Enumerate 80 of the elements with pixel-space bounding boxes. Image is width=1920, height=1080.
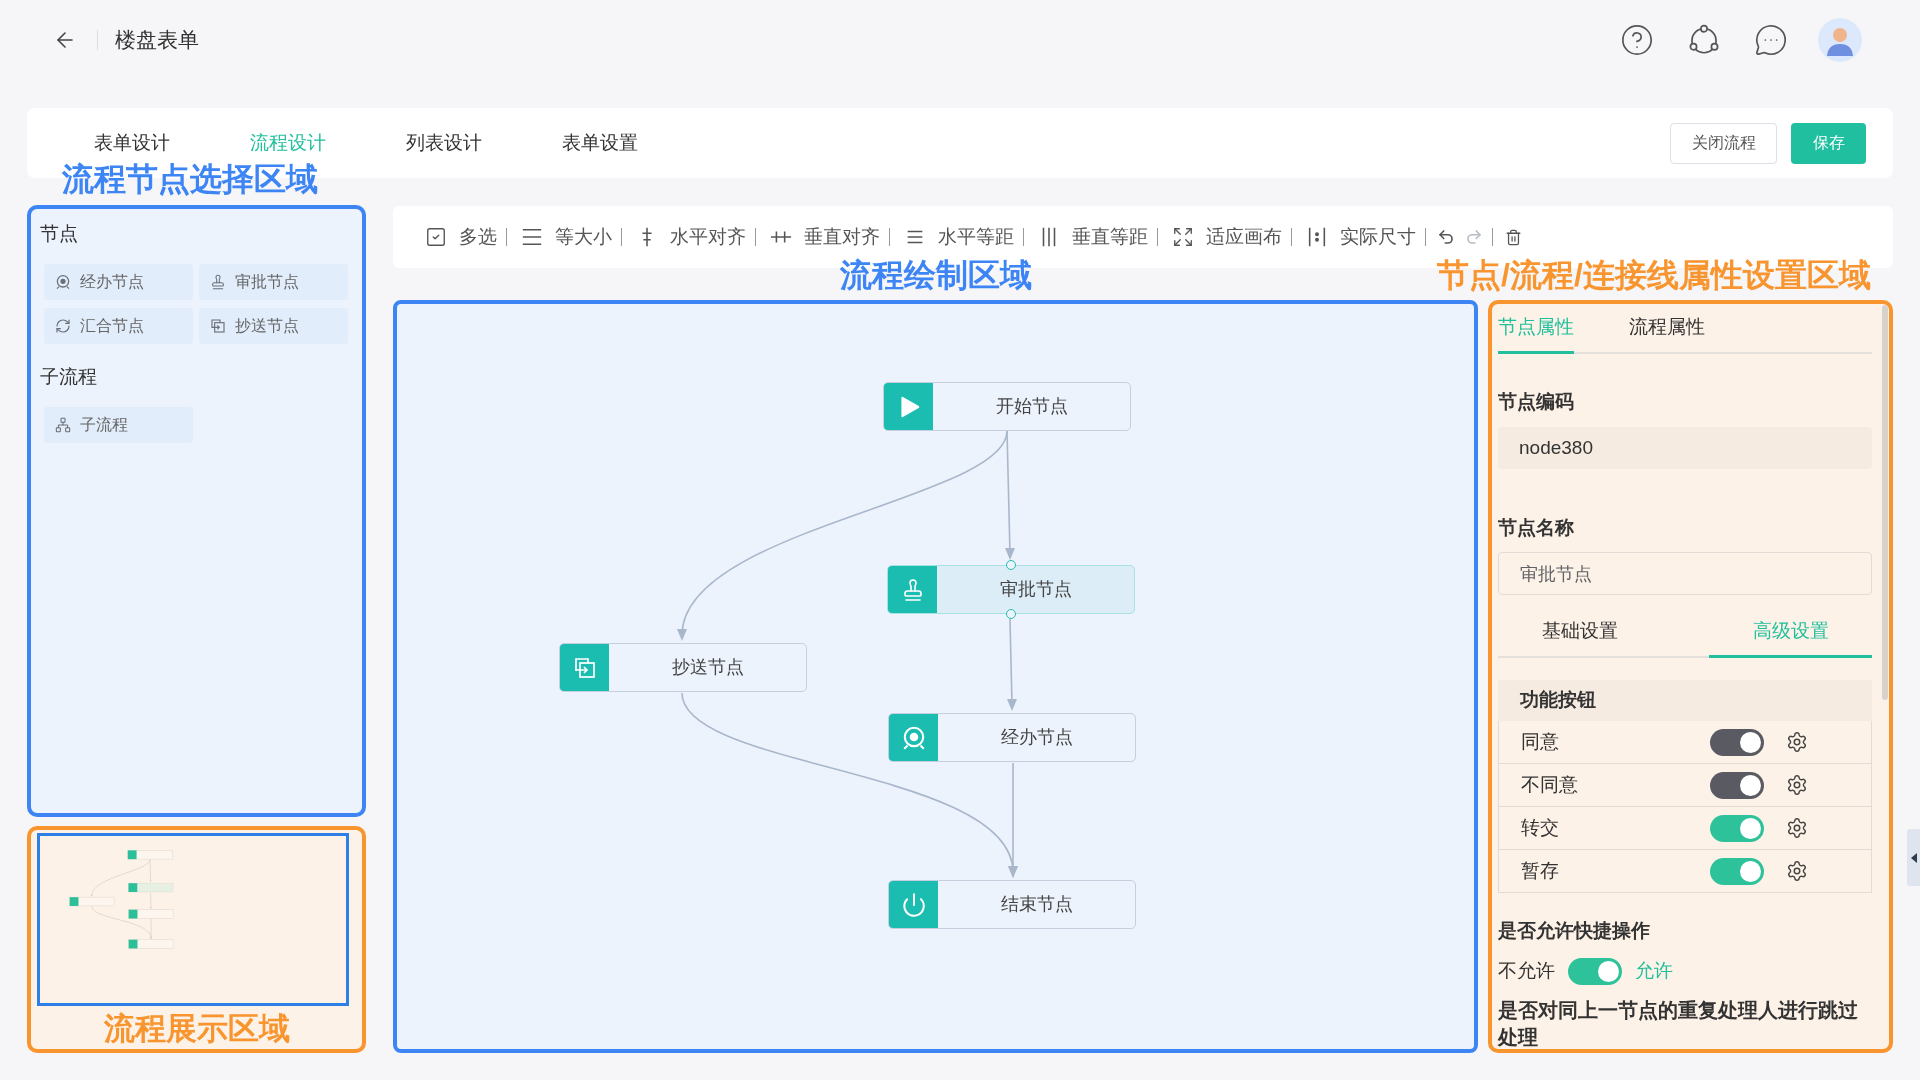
play-icon <box>884 383 933 430</box>
palette-item[interactable]: 子流程 <box>44 407 193 443</box>
field-label: 是否允许快捷操作 <box>1498 919 1650 943</box>
row-label: 暂存 <box>1521 858 1560 883</box>
node-label: 审批节点 <box>999 578 1072 601</box>
connection-port[interactable] <box>1006 560 1016 570</box>
toolbar-button[interactable]: 适应画布 <box>1172 222 1282 252</box>
toolbar-button[interactable]: 垂直对齐 <box>770 222 880 252</box>
annotation-label: 流程展示区域 <box>103 1011 290 1047</box>
text-field[interactable]: 审批节点 <box>1498 552 1872 595</box>
settings-icon[interactable] <box>1786 774 1808 796</box>
tab[interactable]: 列表设计 <box>366 118 522 168</box>
toggle-switch[interactable] <box>1568 957 1622 985</box>
flow-node[interactable]: 抄送节点 <box>559 643 807 692</box>
checkbox-icon <box>425 226 447 248</box>
minimap-viewport[interactable] <box>37 833 349 1006</box>
hierarchy-icon <box>55 417 71 433</box>
target-icon <box>889 714 938 761</box>
stamp-icon <box>210 274 226 290</box>
stamp-icon <box>888 566 937 613</box>
toolbar-button[interactable]: 实际尺寸 <box>1306 222 1416 252</box>
node-label: 经办节点 <box>1000 726 1073 749</box>
close-flow-button[interactable]: 关闭流程 <box>1670 122 1777 164</box>
target-icon <box>55 274 71 290</box>
power-icon <box>889 881 938 928</box>
undo-icon[interactable] <box>1437 228 1455 246</box>
tab[interactable]: 表单设置 <box>522 118 678 168</box>
node-label: 开始节点 <box>995 395 1068 418</box>
option-label: 允许 <box>1635 958 1673 983</box>
caret-left-icon <box>1910 852 1917 863</box>
row-label: 不同意 <box>1521 772 1579 797</box>
chat-icon[interactable] <box>1754 23 1788 57</box>
palette-item[interactable]: 抄送节点 <box>199 308 348 344</box>
help-icon[interactable] <box>1620 23 1654 57</box>
field-label: 节点编码 <box>1498 390 1574 414</box>
palette-item[interactable]: 经办节点 <box>44 264 193 300</box>
equal-lines-icon <box>521 226 543 248</box>
delete-icon[interactable] <box>1505 228 1522 246</box>
sync-icon <box>55 318 71 334</box>
palette-item[interactable]: 汇合节点 <box>44 308 193 344</box>
toolbar-button[interactable]: 多选 <box>425 222 497 252</box>
section-title: 节点 <box>40 222 78 246</box>
settings-icon[interactable] <box>1786 731 1808 753</box>
flow-node[interactable]: 经办节点 <box>888 713 1136 762</box>
connection-port[interactable] <box>1006 609 1016 619</box>
palette-item[interactable]: 审批节点 <box>199 264 348 300</box>
tab[interactable]: 基础设置 <box>1498 608 1661 658</box>
copy-icon <box>560 644 609 691</box>
node-label: 抄送节点 <box>671 656 744 679</box>
settings-icon[interactable] <box>1786 817 1808 839</box>
section-title: 子流程 <box>40 365 97 389</box>
annotation-label: 流程节点选择区域 <box>62 161 318 197</box>
annotation-label: 流程绘制区域 <box>840 257 1032 293</box>
flow-node[interactable]: 审批节点 <box>887 565 1135 614</box>
avatar-icon[interactable] <box>1818 18 1862 62</box>
page-title: 楼盘表单 <box>115 27 199 54</box>
bracket-icon <box>1306 226 1328 248</box>
option-label: 不允许 <box>1498 958 1555 983</box>
row-label: 转交 <box>1521 815 1560 840</box>
table-header: 功能按钮 <box>1498 680 1872 721</box>
toolbar-button[interactable]: 等大小 <box>521 222 612 252</box>
scrollbar-thumb[interactable] <box>1882 305 1888 700</box>
flow-node[interactable]: 结束节点 <box>888 880 1136 929</box>
annotation-label: 节点/流程/连接线属性设置区域 <box>1437 257 1871 293</box>
toggle-switch[interactable] <box>1710 857 1764 885</box>
node-label: 结束节点 <box>1000 893 1073 916</box>
row-label: 同意 <box>1521 729 1560 754</box>
settings-icon[interactable] <box>1786 860 1808 882</box>
toolbar-button[interactable]: 水平对齐 <box>636 222 746 252</box>
toolbar-button[interactable]: 水平等距 <box>904 222 1014 252</box>
toggle-switch[interactable] <box>1710 814 1764 842</box>
flow-node[interactable]: 开始节点 <box>883 382 1131 431</box>
field-label: 节点名称 <box>1498 516 1574 540</box>
tab[interactable]: 流程属性 <box>1629 304 1705 354</box>
toolbar-button[interactable]: 垂直等距 <box>1038 222 1148 252</box>
field-label: 是否对同上一节点的重复处理人进行跳过处理 <box>1498 998 1859 1050</box>
collapse-handle[interactable] <box>1907 829 1920 886</box>
share-icon[interactable] <box>1687 23 1721 57</box>
expand-arrows-icon <box>1172 226 1194 248</box>
copy-icon <box>210 318 226 334</box>
